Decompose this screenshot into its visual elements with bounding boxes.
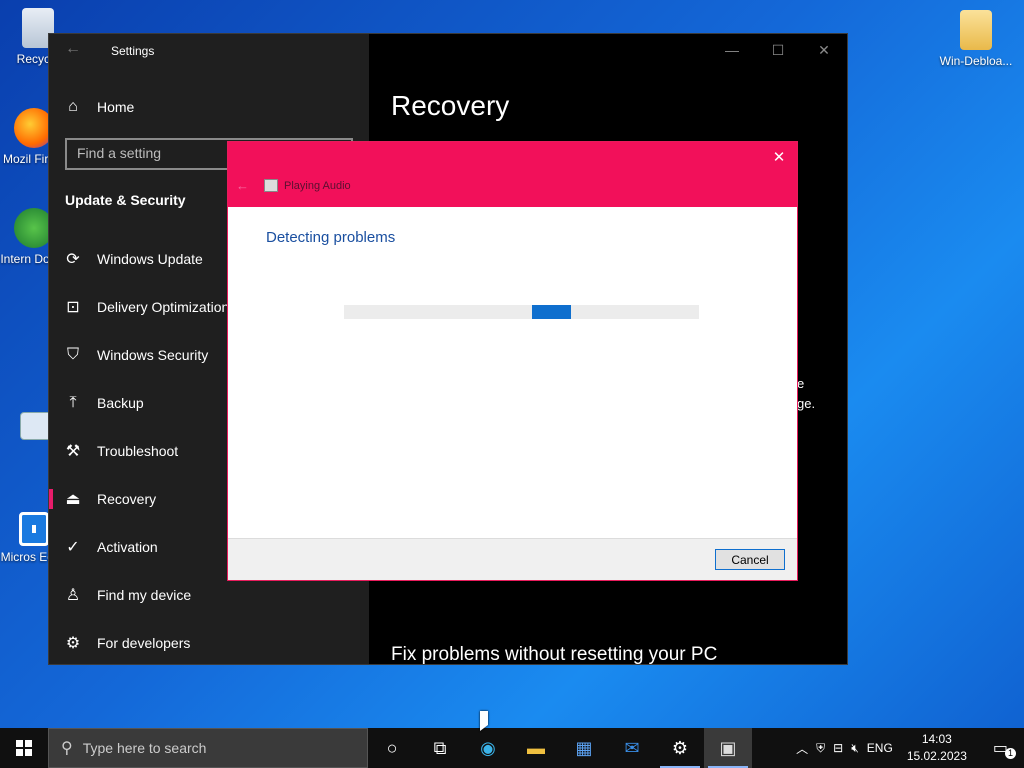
progress-indicator bbox=[532, 305, 572, 319]
nav-for-developers[interactable]: ⚙ For developers bbox=[49, 619, 369, 667]
person-location-icon: ♙ bbox=[65, 587, 81, 604]
taskbar-edge[interactable]: ◉ bbox=[464, 728, 512, 768]
security-tray-icon[interactable]: ⛨ bbox=[812, 741, 829, 756]
window-controls: — ☐ ✕ bbox=[709, 34, 847, 66]
dialog-footer: Cancel bbox=[228, 538, 797, 580]
app-name: Playing Audio bbox=[284, 179, 351, 192]
search-placeholder: Find a setting bbox=[77, 145, 162, 161]
speaker-app-icon bbox=[264, 179, 278, 192]
nav-label: Windows Update bbox=[97, 251, 203, 267]
windows-logo-icon bbox=[16, 740, 32, 756]
task-view-icon: ⧉ bbox=[433, 737, 447, 758]
wrench-icon: ⚒ bbox=[65, 443, 81, 460]
section-title: Update & Security bbox=[65, 192, 186, 208]
nav-home-label: Home bbox=[97, 99, 135, 115]
store-icon: ▦ bbox=[575, 737, 593, 758]
start-button[interactable] bbox=[0, 728, 48, 768]
nav-label: Find my device bbox=[97, 587, 192, 603]
close-icon[interactable]: ✕ bbox=[769, 148, 789, 166]
desktop-icon-folder[interactable]: Win-Debloa... bbox=[936, 10, 1016, 68]
taskbar-search-placeholder: Type here to search bbox=[82, 740, 207, 756]
edge-icon: ◉ bbox=[480, 737, 496, 758]
troubleshooter-dialog: ✕ ← Playing Audio Detecting problems Can… bbox=[227, 141, 798, 581]
back-arrow-icon[interactable]: ← bbox=[65, 40, 81, 58]
delivery-icon: ⊡ bbox=[66, 299, 80, 316]
clock-date: 15.02.2023 bbox=[906, 749, 967, 763]
nav-label: Recovery bbox=[97, 491, 157, 507]
taskbar-search-input[interactable]: ⚲ Type here to search bbox=[48, 728, 368, 768]
cortana-button[interactable]: ○ bbox=[368, 728, 416, 768]
taskbar-troubleshooter[interactable]: ▣ bbox=[704, 728, 752, 768]
minimize-button[interactable]: — bbox=[709, 34, 755, 66]
nav-label: Windows Security bbox=[97, 347, 209, 363]
nav-label: Troubleshoot bbox=[97, 443, 179, 459]
taskbar-file-explorer[interactable]: ▬ bbox=[512, 728, 560, 768]
close-button[interactable]: ✕ bbox=[801, 34, 847, 66]
taskbar-store[interactable]: ▦ bbox=[560, 728, 608, 768]
desktop-icon-label: Win-Debloa... bbox=[939, 54, 1013, 68]
maximize-button[interactable]: ☐ bbox=[755, 34, 801, 66]
nav-home[interactable]: ⌂ Home bbox=[49, 83, 369, 131]
mail-icon: ✉ bbox=[624, 737, 640, 758]
page-title: Recovery bbox=[391, 90, 510, 121]
troubleshooter-icon: ▣ bbox=[719, 737, 737, 758]
taskbar-settings[interactable]: ⚙ bbox=[656, 728, 704, 768]
edge-shortcut-icon bbox=[19, 512, 49, 546]
recovery-icon: ⏏ bbox=[65, 491, 81, 508]
taskbar: ⚲ Type here to search ○ ⧉ ◉ ▬ ▦ ✉ ⚙ ▣ ︿ … bbox=[0, 728, 1024, 768]
shield-icon: ⛉ bbox=[66, 346, 79, 363]
search-icon: ⚲ bbox=[61, 740, 73, 757]
window-title: Settings bbox=[111, 44, 155, 58]
dialog-header: ✕ ← Playing Audio bbox=[228, 142, 797, 207]
section-heading: Fix problems without resetting your PC bbox=[391, 644, 718, 665]
task-view-button[interactable]: ⧉ bbox=[416, 728, 464, 768]
taskbar-mail[interactable]: ✉ bbox=[608, 728, 656, 768]
nav-label: Activation bbox=[97, 539, 158, 555]
progress-bar bbox=[344, 305, 699, 319]
nav-label: Delivery Optimization bbox=[97, 299, 230, 315]
developer-tools-icon: ⚙ bbox=[65, 635, 81, 652]
cancel-button[interactable]: Cancel bbox=[715, 549, 785, 570]
nav-label: Backup bbox=[97, 395, 144, 411]
backup-arrow-icon: ⤒ bbox=[69, 394, 77, 411]
home-icon: ⌂ bbox=[68, 98, 78, 115]
language-indicator[interactable]: ENG bbox=[863, 741, 897, 755]
obscured-text: e bbox=[797, 376, 805, 391]
back-arrow-icon[interactable]: ← bbox=[236, 178, 249, 193]
folder-icon: ▬ bbox=[527, 737, 545, 758]
obscured-text: ge. bbox=[797, 396, 816, 411]
folder-icon bbox=[960, 10, 992, 50]
mouse-cursor bbox=[480, 711, 488, 731]
nav-label: For developers bbox=[97, 635, 191, 651]
notification-count: 1 bbox=[1005, 748, 1016, 759]
volume-muted-icon[interactable]: 🔇︎ bbox=[847, 741, 863, 756]
system-tray: ︿ ⛨ ⊟ 🔇︎ ENG 14:03 15.02.2023 ▭ 1 bbox=[792, 728, 1024, 768]
network-icon[interactable]: ⊟ bbox=[829, 741, 847, 755]
troubleshooter-app-title: Playing Audio bbox=[264, 179, 351, 192]
sync-icon: ⟳ bbox=[66, 251, 80, 268]
chevron-up-icon[interactable]: ︿ bbox=[792, 740, 812, 757]
clock-time: 14:03 bbox=[921, 732, 952, 746]
notification-center-button[interactable]: ▭ 1 bbox=[977, 738, 1024, 759]
status-text: Detecting problems bbox=[266, 229, 396, 246]
gear-icon: ⚙ bbox=[671, 737, 689, 758]
clock[interactable]: 14:03 15.02.2023 bbox=[897, 731, 977, 765]
circle-icon: ○ bbox=[386, 737, 398, 758]
check-circle-icon: ✓ bbox=[66, 539, 80, 556]
